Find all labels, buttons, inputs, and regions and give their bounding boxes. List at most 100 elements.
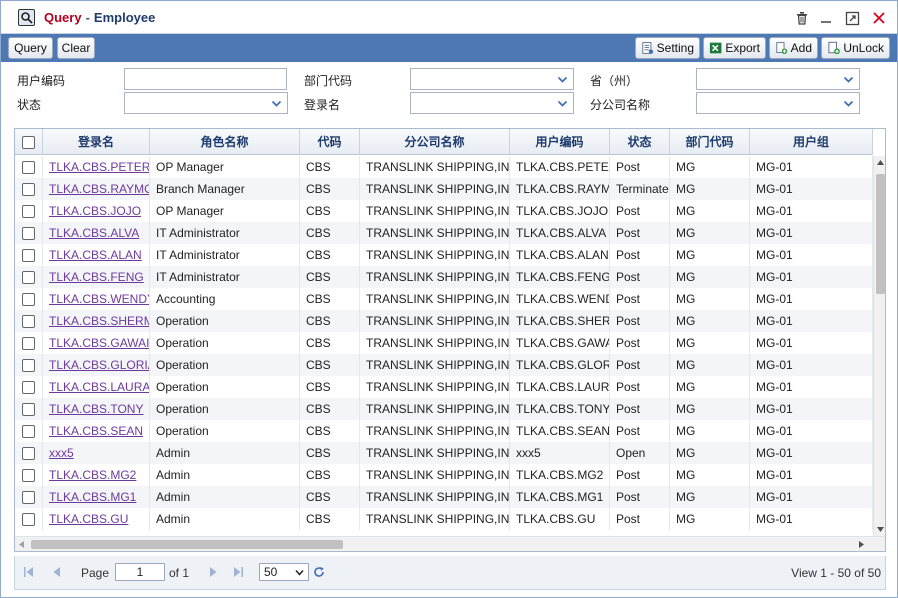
login-name-link[interactable]: TLKA.CBS.TONY: [49, 402, 143, 416]
maximize-icon[interactable]: [843, 9, 861, 27]
table-row[interactable]: TLKA.CBS.ALVA IT Administrator CBS TRANSLIN…: [15, 222, 873, 244]
table-row[interactable]: TLKA.CBS.TONY Operation CBS TRANSLINK SHIPP…: [15, 398, 873, 420]
login-name-link[interactable]: TLKA.CBS.RAYMO: [49, 182, 149, 196]
close-icon[interactable]: [870, 9, 888, 27]
login-name-link[interactable]: TLKA.CBS.ALVA: [49, 226, 139, 240]
status-select[interactable]: [124, 92, 288, 114]
dept-code-select[interactable]: [410, 68, 574, 90]
table-row[interactable]: TLKA.CBS.FENG IT Administrator CBS TRANSLIN…: [15, 266, 873, 288]
login-name-link[interactable]: TLKA.CBS.SHERM: [49, 314, 149, 328]
cell-role-name: IT Administrator: [150, 244, 300, 266]
row-checkbox[interactable]: [22, 226, 35, 240]
vertical-scroll-thumb[interactable]: [876, 174, 885, 294]
table-row[interactable]: TLKA.CBS.WENDY Accounting CBS TRANSLINK SHI…: [15, 288, 873, 310]
minimize-icon[interactable]: [817, 9, 835, 27]
row-checkbox[interactable]: [22, 468, 35, 482]
login-name-link[interactable]: TLKA.CBS.JOJO: [49, 204, 141, 218]
row-checkbox[interactable]: [22, 314, 35, 328]
first-page-icon[interactable]: [23, 566, 34, 578]
row-checkbox[interactable]: [22, 160, 35, 174]
row-select-cell: [15, 222, 43, 244]
row-checkbox[interactable]: [22, 358, 35, 372]
select-all-checkbox[interactable]: [22, 135, 35, 149]
column-header-dept-code[interactable]: 部门代码: [670, 129, 750, 155]
prev-page-icon[interactable]: [52, 566, 61, 578]
page-number-input[interactable]: 1: [115, 563, 165, 581]
row-checkbox[interactable]: [22, 402, 35, 416]
row-checkbox[interactable]: [22, 292, 35, 306]
next-page-icon[interactable]: [209, 566, 218, 578]
login-name-link[interactable]: TLKA.CBS.GLORIA: [49, 358, 149, 372]
login-name-link[interactable]: TLKA.CBS.MG1: [49, 490, 136, 504]
table-row[interactable]: TLKA.CBS.SHERM Operation CBS TRANSLINK SHIP…: [15, 310, 873, 332]
row-checkbox[interactable]: [22, 380, 35, 394]
unlock-button[interactable]: UnLock: [821, 37, 890, 59]
login-name-link[interactable]: TLKA.CBS.SEAN: [49, 424, 143, 438]
vertical-scrollbar[interactable]: [873, 156, 885, 536]
login-name-link[interactable]: TLKA.CBS.GU: [49, 512, 128, 526]
branch-name-select[interactable]: [696, 92, 860, 114]
column-header-code[interactable]: 代码: [300, 129, 360, 155]
login-name-link[interactable]: TLKA.CBS.PETER: [49, 160, 149, 174]
row-checkbox[interactable]: [22, 182, 35, 196]
user-code-input[interactable]: [124, 68, 287, 90]
page-size-select[interactable]: 50: [259, 563, 309, 581]
row-select-cell: [15, 464, 43, 486]
scroll-left-icon[interactable]: [19, 541, 24, 548]
cell-login-name: TLKA.CBS.ALVA: [43, 222, 150, 244]
login-name-link[interactable]: TLKA.CBS.MG2: [49, 468, 136, 482]
cell-user-group: MG-01: [750, 244, 873, 266]
clear-button[interactable]: Clear: [57, 37, 95, 59]
login-name-link[interactable]: TLKA.CBS.FENG: [49, 270, 144, 284]
login-name-link[interactable]: TLKA.CBS.GAWAI: [49, 336, 149, 350]
table-row[interactable]: TLKA.CBS.SEAN Operation CBS TRANSLINK SHIPP…: [15, 420, 873, 442]
table-row[interactable]: TLKA.CBS.RAYMO Branch Manager CBS TRANSLINK…: [15, 178, 873, 200]
table-row[interactable]: TLKA.CBS.JOJO OP Manager CBS TRANSLINK SHIP…: [15, 200, 873, 222]
row-checkbox[interactable]: [22, 446, 35, 460]
login-name-link[interactable]: TLKA.CBS.LAURA: [49, 380, 149, 394]
column-header-user-group[interactable]: 用户组: [750, 129, 873, 155]
login-name-link[interactable]: TLKA.CBS.WENDY: [49, 292, 149, 306]
table-row[interactable]: TLKA.CBS.GAWAI Operation CBS TRANSLINK SHIP…: [15, 332, 873, 354]
scroll-up-icon[interactable]: [877, 160, 884, 165]
row-checkbox[interactable]: [22, 336, 35, 350]
cell-role-name: Admin: [150, 486, 300, 508]
table-row[interactable]: TLKA.CBS.MG2 Admin CBS TRANSLINK SHIPPING,I…: [15, 464, 873, 486]
province-select[interactable]: [696, 68, 860, 90]
cell-status: Post: [610, 222, 670, 244]
table-row[interactable]: TLKA.CBS.MG1 Admin CBS TRANSLINK SHIPPING,I…: [15, 486, 873, 508]
trash-icon[interactable]: [793, 9, 811, 27]
horizontal-scroll-thumb[interactable]: [31, 540, 343, 549]
scroll-right-icon[interactable]: [859, 541, 864, 548]
table-row[interactable]: TLKA.CBS.PETER OP Manager CBS TRANSLINK SHI…: [15, 156, 873, 178]
table-row[interactable]: xxx5 Admin CBS TRANSLINK SHIPPING,IN xxx5 Ope…: [15, 442, 873, 464]
table-row[interactable]: TLKA.CBS.ALAN IT Administrator CBS TRANSLIN…: [15, 244, 873, 266]
row-checkbox[interactable]: [22, 270, 35, 284]
row-checkbox[interactable]: [22, 204, 35, 218]
cell-status: Post: [610, 398, 670, 420]
column-header-login-name[interactable]: 登录名: [43, 129, 150, 155]
row-checkbox[interactable]: [22, 424, 35, 438]
table-row[interactable]: TLKA.CBS.GU Admin CBS TRANSLINK SHIPPING,IN…: [15, 508, 873, 530]
column-header-branch-name[interactable]: 分公司名称: [360, 129, 510, 155]
row-checkbox[interactable]: [22, 248, 35, 262]
column-header-role-name[interactable]: 角色名称: [150, 129, 300, 155]
column-header-user-code[interactable]: 用户编码: [510, 129, 610, 155]
row-checkbox[interactable]: [22, 490, 35, 504]
table-row[interactable]: TLKA.CBS.LAURA Operation CBS TRANSLINK SHIP…: [15, 376, 873, 398]
add-button[interactable]: Add: [769, 37, 818, 59]
row-checkbox[interactable]: [22, 512, 35, 526]
table-row[interactable]: TLKA.CBS.GLORIA Operation CBS TRANSLINK SHI…: [15, 354, 873, 376]
login-name-link[interactable]: TLKA.CBS.ALAN: [49, 248, 142, 262]
setting-button[interactable]: Setting: [635, 37, 700, 59]
column-header-status[interactable]: 状态: [610, 129, 670, 155]
scroll-down-icon[interactable]: [877, 527, 884, 532]
last-page-icon[interactable]: [233, 566, 244, 578]
login-name-link[interactable]: xxx5: [49, 446, 74, 460]
login-name-select[interactable]: [410, 92, 574, 114]
row-select-cell: [15, 178, 43, 200]
refresh-icon[interactable]: [313, 566, 325, 578]
query-button[interactable]: Query: [8, 37, 53, 59]
horizontal-scrollbar[interactable]: [15, 536, 885, 551]
export-button[interactable]: Export: [703, 37, 766, 59]
